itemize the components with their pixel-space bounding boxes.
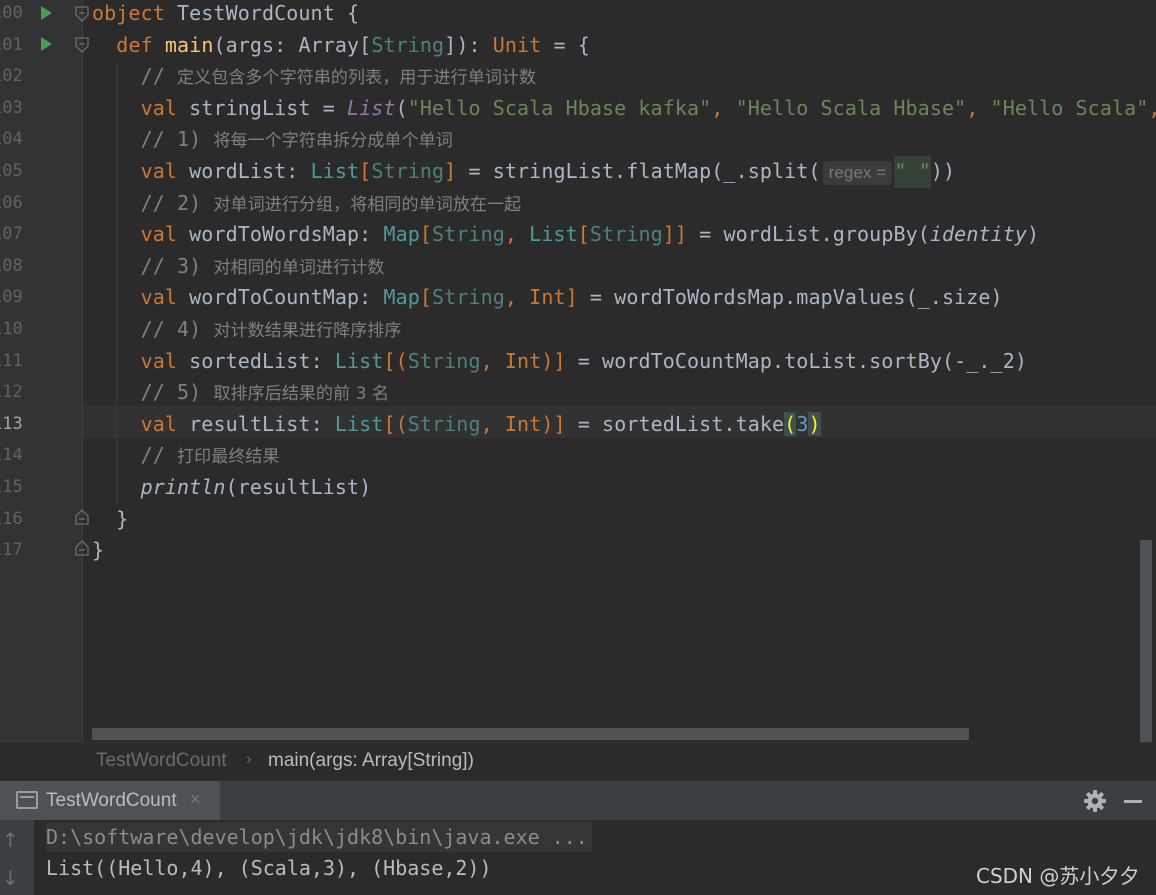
run-tab-label: TestWordCount xyxy=(46,790,177,811)
gutter-border xyxy=(82,0,83,742)
line-number: 101 xyxy=(0,34,23,55)
code-line-108: // 3) 对相同的单词进行计数 xyxy=(140,253,385,278)
minimize-icon[interactable] xyxy=(1124,800,1142,803)
line-number: 110 xyxy=(0,319,23,339)
code-line-101: def main(args: Array[String]): Unit = { xyxy=(116,32,590,57)
code-line-114: // 打印最终结果 xyxy=(140,443,280,468)
breadcrumb: TestWordCount › main(args: Array[String]… xyxy=(0,742,1156,780)
code-line-117: } xyxy=(92,538,105,563)
code-line-115: println(resultList) xyxy=(140,475,372,499)
code-line-111: val sortedList: List[(String, Int)] = wo… xyxy=(140,348,1027,373)
run-tool-window-header: TestWordCount × xyxy=(0,780,1156,821)
vertical-scrollbar[interactable] xyxy=(1140,540,1152,742)
horizontal-scrollbar[interactable] xyxy=(92,728,969,740)
breadcrumb-separator: › xyxy=(246,749,252,768)
code-line-112: // 5) 取排序后结果的前 3 名 xyxy=(140,380,390,405)
unfold-end-icon[interactable] xyxy=(75,509,89,525)
code-line-106: // 2) 对单词进行分组，将相同的单词放在一起 xyxy=(140,190,522,215)
line-number: 117 xyxy=(0,540,23,561)
code-line-100: object TestWordCount { xyxy=(92,1,360,25)
breadcrumb-object[interactable]: TestWordCount xyxy=(96,750,227,772)
line-number: 112 xyxy=(0,382,23,403)
line-number: 108 xyxy=(0,255,23,276)
code-line-104: // 1) 将每一个字符串拆分成单个单词 xyxy=(140,127,453,152)
code-line-105: val wordList: List[String] = stringList.… xyxy=(92,156,955,188)
code-line-103: val stringList = List("Hello Scala Hbase… xyxy=(140,95,1156,120)
code-line-102: // 定义包含多个字符串的列表，用于进行单词计数 xyxy=(140,64,537,89)
console-command-line[interactable]: D:\software\develop\jdk\jdk8\bin\java.ex… xyxy=(46,822,592,852)
line-number: 111 xyxy=(0,350,23,371)
line-number: 102 xyxy=(0,66,23,87)
run-object-icon[interactable] xyxy=(41,6,52,20)
code-line-113: val resultList: List[(String, Int)] = so… xyxy=(140,411,821,436)
line-number-current: 113 xyxy=(0,413,23,434)
fold-icon[interactable] xyxy=(75,37,89,53)
line-number: 114 xyxy=(0,445,23,466)
matched-paren-close: ) xyxy=(808,411,821,436)
run-main-icon[interactable] xyxy=(41,37,52,51)
code-line-107: val wordToWordsMap: Map[String, List[Str… xyxy=(140,222,1040,247)
line-number: 103 xyxy=(0,97,23,118)
code-line-110: // 4) 对计数结果进行降序排序 xyxy=(140,317,402,341)
line-number: 107 xyxy=(0,224,23,245)
matched-paren-open: ( xyxy=(784,411,797,436)
parameter-hint: regex = xyxy=(822,161,893,185)
line-number: 116 xyxy=(0,508,23,529)
fold-icon[interactable] xyxy=(75,6,89,22)
line-number: 100 xyxy=(0,3,23,23)
line-number: 106 xyxy=(0,192,23,213)
gear-icon[interactable] xyxy=(1083,789,1107,813)
run-tab[interactable]: TestWordCount × xyxy=(0,781,220,821)
console-toolbar: ↑ ↓ xyxy=(0,820,34,895)
line-number: 115 xyxy=(0,477,23,497)
code-line-109: val wordToCountMap: Map[String, Int] = w… xyxy=(140,285,1003,310)
line-number: 104 xyxy=(0,129,23,150)
code-line-116: } xyxy=(116,506,129,531)
breadcrumb-method[interactable]: main(args: Array[String]) xyxy=(268,750,474,772)
down-arrow-icon[interactable]: ↓ xyxy=(2,866,19,890)
console-icon xyxy=(16,791,38,809)
line-number: 109 xyxy=(0,287,23,308)
code-editor[interactable]: 100 101 102 103 104 105 106 107 108 109 … xyxy=(0,0,1156,742)
console-output-line: List((Hello,4), (Scala,3), (Hbase,2)) xyxy=(46,856,492,880)
watermark: CSDN @苏小夕夕 xyxy=(976,864,1140,888)
close-icon[interactable]: × xyxy=(190,789,201,810)
unfold-end-icon[interactable] xyxy=(75,540,89,556)
line-number: 105 xyxy=(0,161,23,181)
up-arrow-icon[interactable]: ↑ xyxy=(2,828,19,852)
